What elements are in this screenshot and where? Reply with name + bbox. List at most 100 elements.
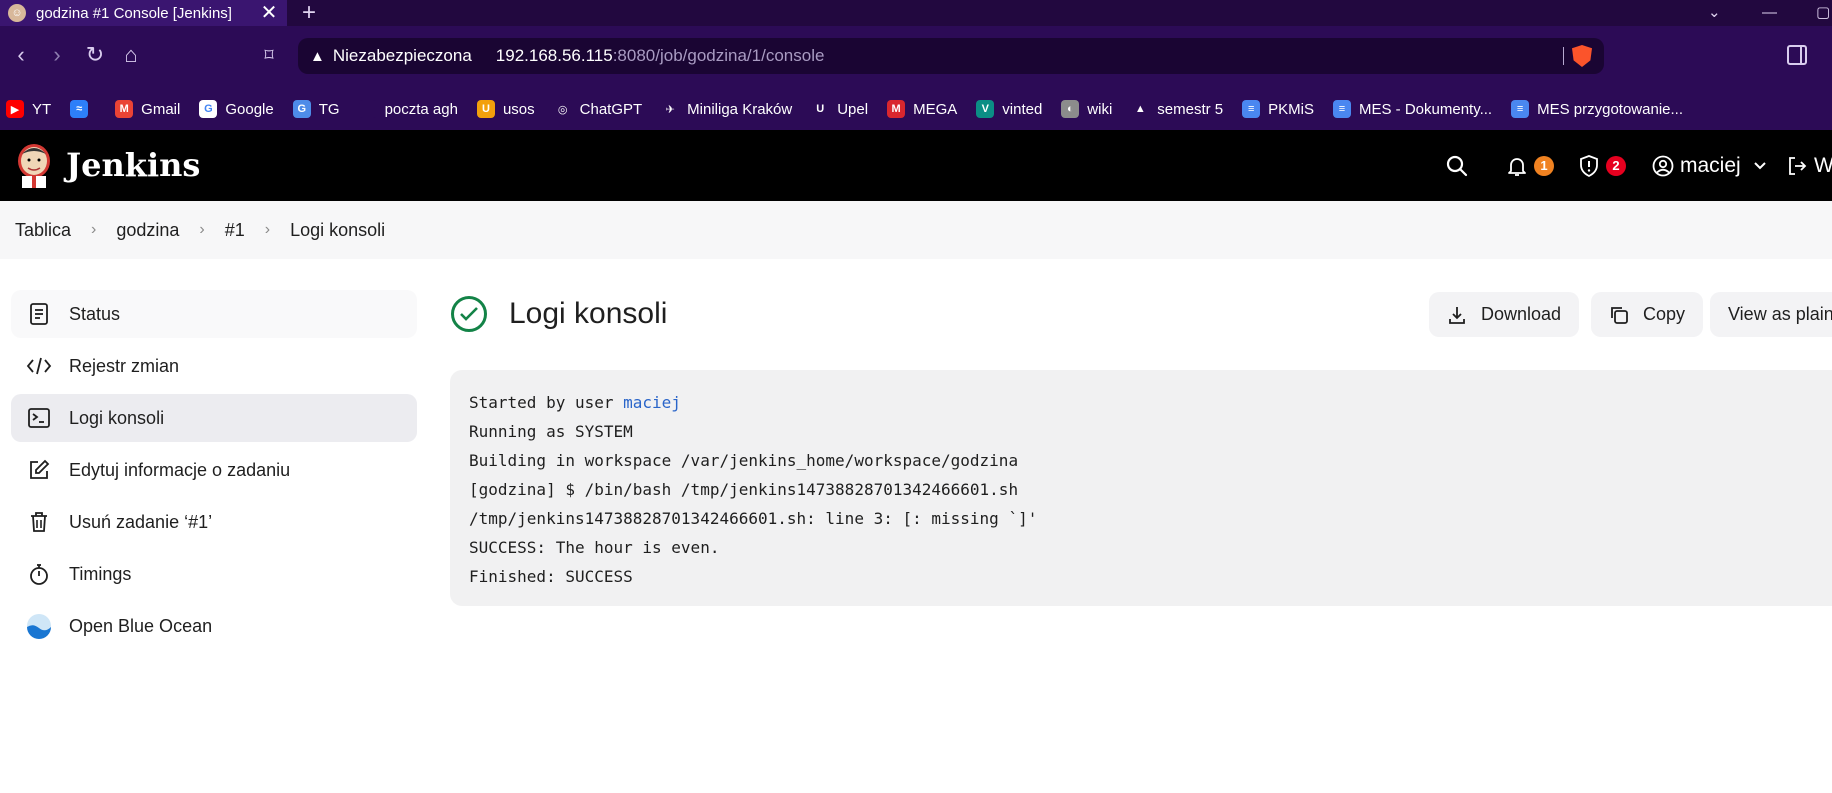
view-plain-label: View as plain <box>1728 304 1832 324</box>
back-icon[interactable]: ‹ <box>8 42 34 68</box>
jenkins-brand[interactable]: Jenkins <box>66 146 200 184</box>
bookmark-label: poczta agh <box>384 100 458 118</box>
chevron-right-icon: › <box>199 221 205 238</box>
download-button[interactable]: Download <box>1429 292 1580 337</box>
chevron-right-icon: › <box>91 221 97 238</box>
bookmark-item[interactable]: G TG <box>292 100 340 118</box>
warning-icon: ▲ <box>310 47 325 65</box>
breadcrumb-console[interactable]: Logi konsoli <box>290 220 385 241</box>
url-divider <box>1563 47 1564 65</box>
bookmark-favicon-icon: ≈ <box>70 100 89 118</box>
bookmark-favicon-icon: U <box>476 100 495 118</box>
chevron-right-icon: › <box>264 221 271 238</box>
bookmark-label: Miniliga Kraków <box>687 100 793 118</box>
bookmark-item[interactable]: ◐ wiki <box>1061 100 1112 118</box>
maximize-button[interactable]: ▢ <box>1816 0 1830 26</box>
bookmark-icon[interactable]: ⌑ <box>256 42 282 68</box>
logout-icon <box>1789 157 1807 175</box>
browser-tab-active[interactable]: ☺ godzina #1 Console [Jenkins] ✕ <box>0 0 287 26</box>
bookmark-item[interactable]: ≡ MES przygotowanie... <box>1511 100 1683 118</box>
tab-close-icon[interactable]: ✕ <box>259 3 279 23</box>
bookmark-label: Gmail <box>141 100 181 118</box>
bookmark-label: MEGA <box>913 100 958 118</box>
page-title: Logi konsoli <box>509 297 668 330</box>
brave-shields-icon[interactable] <box>1572 45 1592 67</box>
bookmark-item[interactable]: ▶ YT <box>6 100 51 118</box>
bookmark-label: usos <box>502 100 535 118</box>
bookmark-item[interactable]: Vvinted <box>976 100 1042 118</box>
address-bar[interactable]: ▲ Niezabezpieczona 192.168.56.115 :8080/… <box>298 38 1604 74</box>
forward-icon[interactable]: › <box>44 42 70 68</box>
new-tab-button[interactable]: + <box>302 0 316 26</box>
reload-icon[interactable]: ↻ <box>82 42 108 68</box>
copy-button[interactable]: Copy <box>1591 292 1704 337</box>
bookmark-item[interactable]: G Google <box>199 100 274 118</box>
sidebar-toggle-icon[interactable] <box>1787 45 1807 65</box>
page-heading: Logi konsoli <box>451 296 667 332</box>
bookmark-item[interactable]: poczta agh <box>358 100 458 118</box>
bookmark-label: wiki <box>1087 100 1113 118</box>
search-icon <box>1446 155 1468 177</box>
download-icon <box>1447 305 1467 325</box>
bookmark-favicon-icon: G <box>199 100 218 118</box>
sidebar-item-edit[interactable]: Edytuj informacje o zadaniu <box>11 446 417 494</box>
search-button[interactable] <box>1446 153 1468 179</box>
sidebar-item-status[interactable]: Status <box>11 290 417 338</box>
sidebar-item-label: Timings <box>69 563 132 584</box>
security-status[interactable]: Niezabezpieczona <box>333 46 472 66</box>
bookmark-item[interactable]: ≡ PKMiS <box>1242 100 1314 118</box>
console-output: Started by user maciej Running as SYSTEM… <box>450 370 1832 606</box>
tab-search-icon[interactable]: ⌄ <box>1708 0 1721 26</box>
bookmark-item[interactable]: M Gmail <box>115 100 180 118</box>
console-started-text: Started by user <box>469 393 624 412</box>
home-icon[interactable]: ⌂ <box>118 42 144 68</box>
breadcrumb-build[interactable]: #1 <box>225 220 245 241</box>
bookmarks-bar: ▶ YT ≈ M Gmail G Google G TG poczta agh Uusos ◎ Chat… <box>0 88 1832 130</box>
copy-label: Copy <box>1643 304 1686 324</box>
bookmark-favicon-icon: ≡ <box>1333 100 1351 118</box>
browser-tab-bar: ☺ godzina #1 Console [Jenkins] ✕ + ⌄ — ▢ <box>0 0 1832 26</box>
console-line: Building in workspace /var/jenkins_home/… <box>469 451 1019 470</box>
bookmark-label: TG <box>318 100 340 118</box>
jenkins-logo-icon[interactable] <box>14 142 54 188</box>
sidebar-item-label: Edytuj informacje o zadaniu <box>69 459 291 480</box>
security-button[interactable]: 2 <box>1578 153 1626 179</box>
bookmark-item[interactable]: ≡ MES - Dokumenty... <box>1333 100 1492 118</box>
sidebar-item-changes[interactable]: Rejestr zmian <box>11 342 417 390</box>
bookmark-favicon-icon: ◐ <box>1061 100 1080 118</box>
bookmark-label: Upel <box>837 100 869 118</box>
console-line: /tmp/jenkins14738828701342466601.sh: lin… <box>469 509 1038 528</box>
sidebar-item-blue-ocean[interactable]: Open Blue Ocean <box>11 602 417 650</box>
bookmark-item[interactable]: M MEGA <box>887 100 957 118</box>
bookmark-item[interactable]: Uusos <box>476 100 535 118</box>
console-user-link[interactable]: maciej <box>623 393 681 412</box>
bookmark-favicon-icon: ≡ <box>1511 100 1530 118</box>
code-icon <box>25 352 53 380</box>
minimize-button[interactable]: — <box>1762 0 1777 26</box>
bookmark-item[interactable]: ▲ semestr 5 <box>1131 100 1223 118</box>
notifications-button[interactable]: 1 <box>1506 153 1554 179</box>
user-name: maciej <box>1680 154 1741 177</box>
bookmark-item[interactable]: U Upel <box>811 100 868 118</box>
bookmark-item[interactable]: ✈ Miniliga Kraków <box>661 100 792 118</box>
sidebar-item-console[interactable]: Logi konsoli <box>11 394 417 442</box>
bookmark-item[interactable]: ≈ <box>70 100 96 118</box>
user-menu[interactable]: maciej <box>1652 153 1767 179</box>
blue-ocean-icon <box>25 612 53 640</box>
sidebar-item-timings[interactable]: Timings <box>11 550 417 598</box>
breadcrumb: Tablica › godzina › #1 › Logi konsoli <box>0 201 1832 259</box>
breadcrumb-dashboard[interactable]: Tablica <box>15 220 71 241</box>
sidebar-item-delete[interactable]: Usuń zadanie ‘#1’ <box>11 498 417 546</box>
bookmark-label: YT <box>32 100 52 118</box>
breadcrumb-job[interactable]: godzina <box>116 220 179 241</box>
bookmark-favicon-icon: ▶ <box>6 100 24 118</box>
view-plain-button[interactable]: View as plain <box>1710 292 1832 337</box>
bookmark-item[interactable]: ◎ ChatGPT <box>553 100 642 118</box>
tab-title: godzina #1 Console [Jenkins] <box>36 4 232 22</box>
bookmark-favicon-icon: ▲ <box>1131 100 1150 118</box>
bookmark-favicon-icon: ◎ <box>553 100 572 118</box>
edit-icon <box>25 456 53 484</box>
logout-button[interactable]: W <box>1786 153 1832 179</box>
bookmark-label: MES przygotowanie... <box>1537 100 1683 118</box>
bookmark-label: PKMiS <box>1268 100 1314 118</box>
